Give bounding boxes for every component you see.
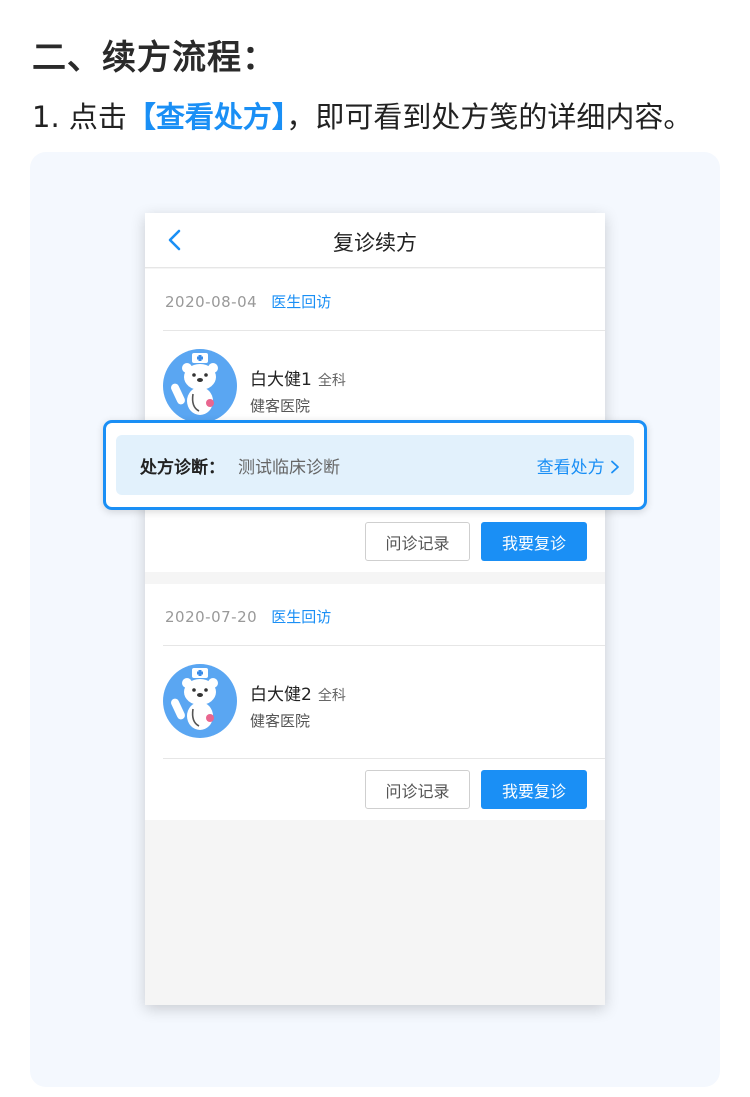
prescription-value: 测试临床诊断 <box>238 458 340 478</box>
visit-date: 2020-07-20 <box>165 608 258 626</box>
doctor-dept: 全科 <box>317 373 346 389</box>
revisit-button[interactable]: 我要复诊 <box>481 770 587 809</box>
step-highlight: 【查看处方】 <box>126 100 287 134</box>
prescription-callout: 处方诊断： 测试临床诊断 查看处方 <box>103 420 647 510</box>
nav-bar: 复诊续方 <box>145 213 605 268</box>
consult-record-button[interactable]: 问诊记录 <box>365 522 470 561</box>
step-prefix: 1. 点击 <box>32 100 127 134</box>
instruction-step: 1. 点击【查看处方】，即可看到处方笺的详细内容。 <box>32 94 692 136</box>
divider <box>163 330 605 331</box>
view-prescription-text: 查看处方 <box>536 458 605 478</box>
divider <box>163 758 605 759</box>
divider <box>163 645 605 646</box>
doctor-dept: 全科 <box>317 688 346 704</box>
hospital-name: 健客医院 <box>250 712 311 730</box>
doctor-name: 白大健2 全科 <box>250 680 346 705</box>
consult-record-button[interactable]: 问诊记录 <box>365 770 470 809</box>
doctor-name-text: 白大健1 <box>250 370 312 390</box>
doctor-name-text: 白大健2 <box>250 685 312 705</box>
doctor-name: 白大健1 全科 <box>250 365 346 390</box>
card-header: 2020-08-04 医生回访 <box>165 291 331 312</box>
chevron-right-icon <box>611 460 619 474</box>
prescription-row: 处方诊断： 测试临床诊断 查看处方 <box>116 435 634 495</box>
phone-screen: 复诊续方 2020-08-04 医生回访 白大健1 全科 健客医院 问诊记录 我… <box>145 213 605 1005</box>
visit-type: 医生回访 <box>271 293 332 311</box>
prescription-label: 处方诊断： <box>140 458 225 478</box>
view-prescription-link[interactable]: 查看处方 <box>537 453 620 478</box>
nav-title: 复诊续方 <box>333 231 417 255</box>
step-suffix: ，即可看到处方笺的详细内容。 <box>286 100 693 134</box>
revisit-button[interactable]: 我要复诊 <box>481 522 587 561</box>
visit-card: 2020-07-20 医生回访 白大健2 全科 健客医院 问诊记录 我要复诊 <box>145 584 605 820</box>
card-header: 2020-07-20 医生回访 <box>165 606 331 627</box>
section-heading: 二、续方流程： <box>32 38 277 78</box>
doctor-bear-avatar-icon <box>163 349 237 423</box>
visit-type: 医生回访 <box>271 608 332 626</box>
visit-date: 2020-08-04 <box>165 293 258 311</box>
hospital-name: 健客医院 <box>250 397 311 415</box>
doctor-bear-avatar-icon <box>163 664 237 738</box>
